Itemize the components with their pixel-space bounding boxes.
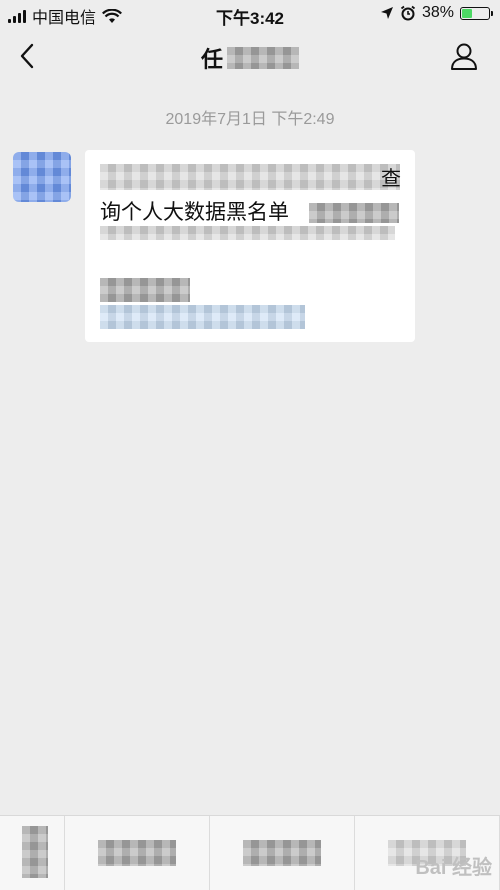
redacted-title xyxy=(227,47,299,69)
chat-title: 任 xyxy=(0,42,500,74)
battery-percent: 38% xyxy=(421,4,454,21)
message-line2: 询个人大数据黑名单 xyxy=(100,201,289,224)
location-arrow-icon xyxy=(380,7,393,19)
redacted-text xyxy=(100,164,400,190)
redacted-link-title xyxy=(100,278,190,302)
status-right: 38% xyxy=(380,4,493,22)
keyboard-toggle-button[interactable] xyxy=(0,816,65,890)
nav-bar: 任 xyxy=(0,30,500,82)
message-timestamp: 2019年7月1日 下午2:49 xyxy=(165,111,335,128)
redacted-text xyxy=(100,226,395,240)
keyboard-icon xyxy=(22,826,48,878)
message-bubble[interactable]: 查 询个人大数据黑名单 xyxy=(85,150,415,342)
redacted-link[interactable] xyxy=(100,305,305,329)
redacted-menu-label xyxy=(98,840,176,866)
message-text: 询个人大数据黑名单 xyxy=(100,196,399,226)
redacted-menu-label xyxy=(243,840,321,866)
bottom-menu-bar: Bai 经验 xyxy=(0,815,500,890)
profile-button[interactable] xyxy=(448,40,480,72)
battery-fill xyxy=(462,8,472,18)
alarm-icon xyxy=(400,5,416,21)
sender-avatar[interactable] xyxy=(13,152,71,202)
battery-icon xyxy=(460,6,493,20)
menu-button-2[interactable] xyxy=(210,816,355,890)
watermark: Bai 经验 xyxy=(415,857,492,879)
person-icon xyxy=(451,43,477,70)
redacted-text xyxy=(308,203,399,224)
menu-button-1[interactable] xyxy=(65,816,210,890)
chat-title-text: 任 xyxy=(200,47,223,72)
message-line1-end: 查 xyxy=(381,168,401,190)
status-bar: 中国电信 下午3:42 38% xyxy=(0,0,500,30)
